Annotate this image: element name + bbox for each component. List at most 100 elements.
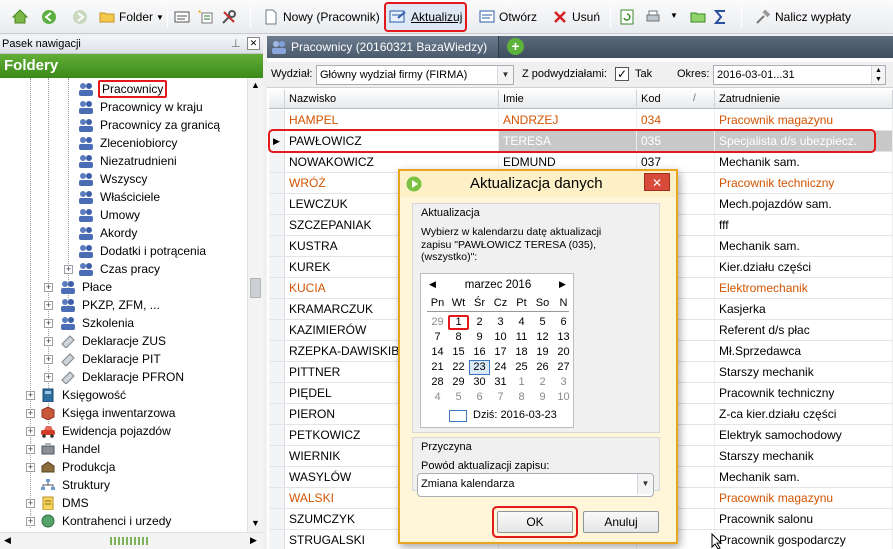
cell-imie[interactable]: TERESA	[499, 131, 637, 151]
calendar-day[interactable]: 25	[511, 360, 532, 375]
cell-zatr[interactable]: Z-ca kier.działu części	[715, 404, 893, 424]
calendar-day[interactable]: 21	[427, 360, 448, 375]
row-indicator[interactable]	[269, 404, 285, 424]
chevron-down-icon[interactable]: ▼	[637, 474, 653, 494]
chevron-down-icon[interactable]: ▼	[670, 11, 678, 20]
ok-button[interactable]: OK	[497, 511, 573, 533]
open-button[interactable]: Otwórz	[476, 3, 540, 31]
calendar-day[interactable]: 20	[553, 345, 574, 360]
pin-icon[interactable]: ⊥	[231, 37, 241, 50]
tree-item-czas-pracy[interactable]: Czas pracy	[78, 260, 162, 278]
calendar-day[interactable]: 2	[532, 375, 553, 390]
cell-zatr[interactable]: Pracownik magazynu	[715, 488, 893, 508]
tree-item-szkolenia[interactable]: Szkolenia	[60, 314, 136, 332]
close-icon[interactable]: ✕	[247, 37, 260, 50]
refresh-icon[interactable]	[619, 9, 635, 25]
subdepartments-checkbox[interactable]: ✓	[615, 67, 629, 81]
expand-icon[interactable]: +	[44, 319, 53, 328]
calendar-day[interactable]: 28	[427, 375, 448, 390]
calendar-day[interactable]: 7	[427, 330, 448, 345]
calendar-day[interactable]: 5	[532, 315, 553, 330]
cell-zatr[interactable]: Specjalista d/s ubezpiecz.	[715, 131, 893, 151]
row-indicator[interactable]	[269, 341, 285, 361]
calendar-next-icon[interactable]: ▶	[559, 279, 566, 290]
tree-item-wlasciciele[interactable]: Właściciele	[78, 188, 162, 206]
row-indicator[interactable]	[269, 236, 285, 256]
scroll-down-icon[interactable]: ▼	[251, 518, 260, 528]
column-header-imie[interactable]: Imie	[499, 90, 637, 109]
calendar-day[interactable]: 11	[511, 330, 532, 345]
cell-zatr[interactable]: Elektryk samochodowy	[715, 425, 893, 445]
cell-zatr[interactable]: Kier.działu części	[715, 257, 893, 277]
cell-nazwisko[interactable]: PAWŁOWICZ	[285, 131, 499, 151]
okres-field[interactable]: 2016-03-01...31 ▲ ▼	[713, 65, 886, 85]
expand-icon[interactable]: +	[64, 265, 73, 274]
tree-item-ksiegowosc[interactable]: Księgowość	[40, 386, 128, 404]
calendar-day[interactable]: 23	[469, 360, 490, 375]
cell-zatr[interactable]: Referent d/s płac	[715, 320, 893, 340]
calendar-day[interactable]: 13	[553, 330, 574, 345]
sum-icon[interactable]	[713, 9, 729, 25]
cancel-button[interactable]: Anuluj	[583, 511, 659, 533]
row-indicator[interactable]	[269, 383, 285, 403]
expand-icon[interactable]: +	[26, 499, 35, 508]
calendar-day[interactable]: 18	[511, 345, 532, 360]
calendar-day[interactable]: 10	[490, 330, 511, 345]
expand-icon[interactable]: +	[26, 463, 35, 472]
tree-item-deklaracje-pfron[interactable]: Deklaracje PFRON	[60, 368, 186, 386]
new-employee-button[interactable]: Nowy (Pracownik)	[260, 3, 383, 31]
tree-horizontal-scrollbar[interactable]: ◀ ▶	[0, 532, 263, 549]
form-icon[interactable]	[174, 9, 190, 25]
row-indicator[interactable]	[269, 320, 285, 340]
row-indicator[interactable]: ▶	[269, 131, 285, 151]
expand-icon[interactable]: +	[44, 373, 53, 382]
print-icon[interactable]	[645, 9, 661, 25]
cell-kod[interactable]: 035	[637, 131, 715, 151]
cell-zatr[interactable]: Elektromechanik	[715, 278, 893, 298]
calendar-day[interactable]: 16	[469, 345, 490, 360]
tree-vertical-scrollbar[interactable]: ▲ ▼	[247, 78, 263, 532]
cell-zatr[interactable]: Starszy mechanik	[715, 446, 893, 466]
wydzial-combobox[interactable]: Główny wydział firmy (FIRMA) ▼	[316, 65, 514, 85]
calendar-day[interactable]: 8	[448, 330, 469, 345]
calendar-day[interactable]: 7	[490, 390, 511, 405]
calendar-day[interactable]: 6	[469, 390, 490, 405]
calendar-day[interactable]: 12	[532, 330, 553, 345]
okres-spinner-icon[interactable]: ▲ ▼	[871, 66, 885, 84]
cell-zatr[interactable]: Mechanik sam.	[715, 236, 893, 256]
tree-item-kontrahenci-i-urzedy[interactable]: Kontrahenci i urzedy	[40, 512, 173, 530]
calendar-day[interactable]: 29	[448, 375, 469, 390]
scroll-thumb[interactable]	[250, 278, 261, 298]
update-button[interactable]: Aktualizuj	[384, 2, 468, 32]
row-indicator[interactable]	[269, 467, 285, 487]
expand-icon[interactable]: +	[44, 283, 53, 292]
calculate-payout-button[interactable]: Nalicz wypłaty	[752, 3, 854, 31]
calendar-day[interactable]: 30	[469, 375, 490, 390]
cell-zatr[interactable]: Pracownik techniczny	[715, 383, 893, 403]
calendar-day[interactable]: 31	[490, 375, 511, 390]
calendar-day[interactable]: 24	[490, 360, 511, 375]
tree-item-produkcja[interactable]: Produkcja	[40, 458, 117, 476]
scroll-thumb[interactable]	[110, 537, 150, 545]
tree-item-dodatki-i-potracenia[interactable]: Dodatki i potrącenia	[78, 242, 208, 260]
row-indicator[interactable]	[269, 173, 285, 193]
row-indicator[interactable]	[269, 362, 285, 382]
tree-item-dms[interactable]: DMS	[40, 494, 91, 512]
calendar-day[interactable]: 8	[511, 390, 532, 405]
folder-open-icon[interactable]	[690, 9, 706, 25]
calendar-day[interactable]: 22	[448, 360, 469, 375]
row-indicator[interactable]	[269, 278, 285, 298]
tree-item-zleceniobiorcy[interactable]: Zleceniobiorcy	[78, 134, 179, 152]
row-indicator[interactable]	[269, 509, 285, 529]
calendar-day[interactable]: 3	[490, 315, 511, 330]
expand-icon[interactable]: +	[26, 445, 35, 454]
tree-item-umowy[interactable]: Umowy	[78, 206, 142, 224]
calendar-day[interactable]: 14	[427, 345, 448, 360]
calendar-today-label[interactable]: Dziś: 2016-03-23	[473, 409, 557, 421]
column-header-kod[interactable]: Kod /	[637, 90, 715, 109]
calendar-day[interactable]: 1	[448, 315, 469, 330]
cell-zatr[interactable]: Kasjerka	[715, 299, 893, 319]
calendar-day[interactable]: 17	[490, 345, 511, 360]
row-indicator[interactable]	[269, 488, 285, 508]
row-indicator[interactable]	[269, 425, 285, 445]
